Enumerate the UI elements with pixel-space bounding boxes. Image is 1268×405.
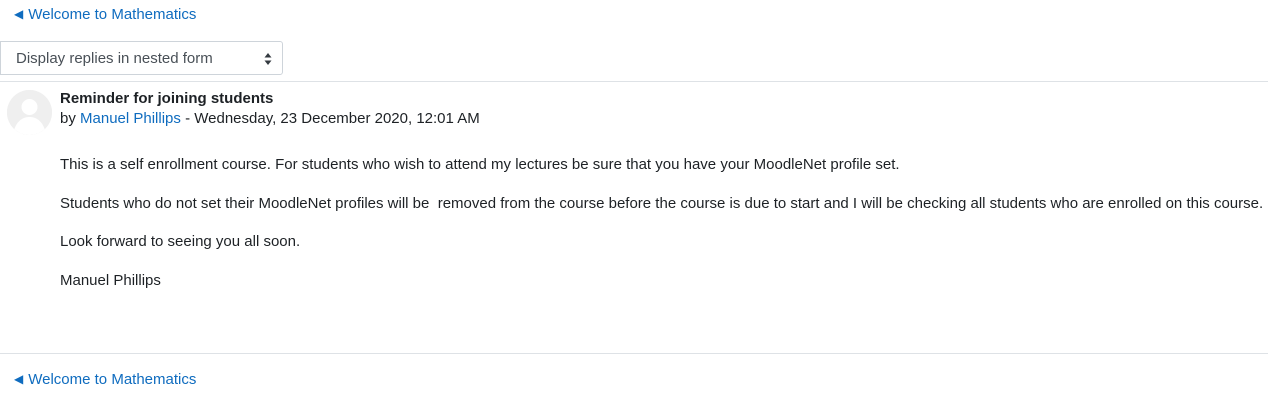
post-byline: by Manuel Phillips - Wednesday, 23 Decem… bbox=[60, 109, 480, 129]
post-paragraph: Students who do not set their MoodleNet … bbox=[60, 194, 1264, 212]
by-prefix: by bbox=[60, 110, 76, 127]
divider bbox=[0, 81, 1268, 82]
triangle-left-icon: ◀ bbox=[14, 372, 24, 386]
post-paragraph: This is a self enrollment course. For st… bbox=[60, 156, 900, 173]
author-avatar[interactable] bbox=[7, 90, 52, 135]
post-paragraph: Look forward to seeing you all soon. bbox=[60, 233, 301, 250]
triangle-left-icon: ◀ bbox=[14, 7, 24, 21]
post-signature: Manuel Phillips bbox=[60, 271, 161, 289]
back-to-discussion-link-top[interactable]: ◀ Welcome to Mathematics bbox=[14, 5, 196, 25]
post-date: Wednesday, 23 December 2020, 12:01 AM bbox=[194, 110, 480, 127]
back-link-label: Welcome to Mathematics bbox=[28, 371, 197, 388]
display-mode-select[interactable]: Display replies in nested form bbox=[0, 41, 283, 75]
display-mode-selected-value: Display replies in nested form bbox=[16, 49, 213, 67]
back-to-discussion-link-bottom[interactable]: ◀ Welcome to Mathematics bbox=[14, 370, 196, 390]
select-updown-icon bbox=[264, 53, 272, 65]
divider bbox=[0, 353, 1268, 354]
post-subject: Reminder for joining students bbox=[60, 90, 274, 107]
default-user-icon bbox=[7, 90, 52, 135]
back-link-label: Welcome to Mathematics bbox=[28, 6, 197, 23]
byline-separator: - bbox=[180, 110, 195, 127]
author-link[interactable]: Manuel Phillips bbox=[80, 110, 181, 127]
post-message: This is a self enrollment course. For st… bbox=[60, 155, 1268, 309]
